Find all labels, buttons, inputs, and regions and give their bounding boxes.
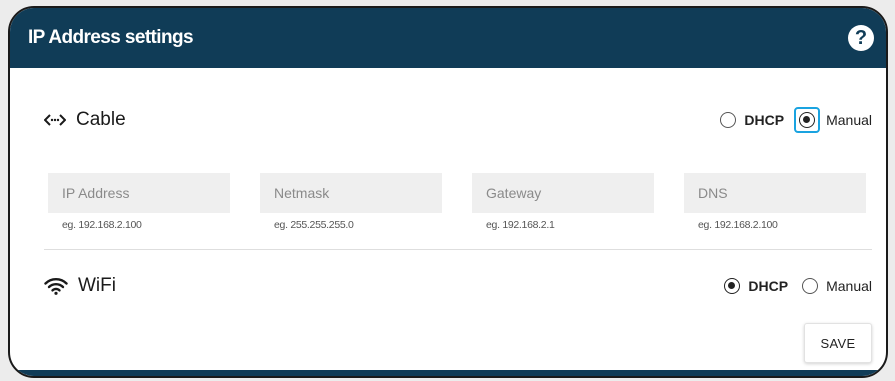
ip-address-field: IP Address eg. 192.168.2.100 xyxy=(48,173,230,231)
cable-dhcp-radio[interactable]: DHCP xyxy=(720,112,784,128)
section-divider xyxy=(44,249,872,250)
radio-unchecked-icon[interactable] xyxy=(720,112,737,128)
cable-manual-fields: IP Address eg. 192.168.2.100 Netmask eg.… xyxy=(48,173,872,231)
cable-manual-radio[interactable]: Manual xyxy=(794,107,872,133)
wifi-icon xyxy=(44,277,68,295)
wifi-title: WiFi xyxy=(78,275,116,296)
gateway-input[interactable]: Gateway xyxy=(472,173,654,213)
ip-address-hint: eg. 192.168.2.100 xyxy=(62,219,142,231)
ip-settings-card: IP Address settings ? Cable DHCP Manual … xyxy=(8,6,888,378)
radio-label: DHCP xyxy=(748,278,789,294)
radio-checked-icon[interactable] xyxy=(799,112,816,128)
cable-section-header: Cable DHCP Manual xyxy=(44,105,872,135)
cable-mode-radio-group: DHCP Manual xyxy=(720,107,872,133)
wifi-mode-radio-group: DHCP Manual xyxy=(724,278,872,294)
save-button[interactable]: SAVE xyxy=(804,323,872,363)
help-icon[interactable]: ? xyxy=(848,25,874,51)
radio-label: Manual xyxy=(826,112,872,128)
radio-label: DHCP xyxy=(744,112,785,128)
wifi-dhcp-radio[interactable]: DHCP xyxy=(724,278,788,294)
radio-checked-icon[interactable] xyxy=(724,278,741,294)
bottom-accent-bar xyxy=(10,370,886,376)
dns-input[interactable]: DNS xyxy=(684,173,866,213)
ip-address-input[interactable]: IP Address xyxy=(48,173,230,213)
cable-title: Cable xyxy=(76,109,126,130)
gateway-hint: eg. 192.168.2.1 xyxy=(486,219,555,231)
netmask-field: Netmask eg. 255.255.255.0 xyxy=(260,173,442,231)
netmask-hint: eg. 255.255.255.0 xyxy=(274,219,354,231)
gateway-field: Gateway eg. 192.168.2.1 xyxy=(472,173,654,231)
wifi-manual-radio[interactable]: Manual xyxy=(802,278,872,294)
wifi-section-header: WiFi DHCP Manual xyxy=(44,271,872,301)
focus-ring xyxy=(794,107,821,133)
card-header: IP Address settings ? xyxy=(10,8,886,68)
radio-unchecked-icon[interactable] xyxy=(802,278,819,294)
radio-label: Manual xyxy=(826,278,872,294)
dns-hint: eg. 192.168.2.100 xyxy=(698,219,778,231)
page-title: IP Address settings xyxy=(28,27,194,48)
netmask-input[interactable]: Netmask xyxy=(260,173,442,213)
ethernet-code-icon xyxy=(44,113,66,127)
dns-field: DNS eg. 192.168.2.100 xyxy=(684,173,866,231)
